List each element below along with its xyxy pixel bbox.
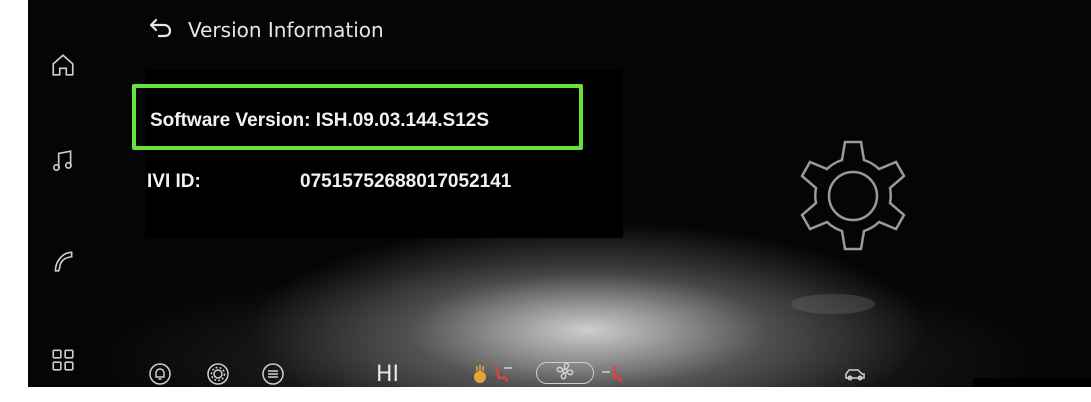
fan-icon	[553, 359, 577, 388]
back-button[interactable]	[146, 15, 176, 45]
software-version-highlight: Software Version: ISH.09.03.144.S12S	[132, 84, 583, 150]
back-arrow-icon	[149, 18, 173, 43]
heated-steering-icon[interactable]	[468, 362, 492, 386]
climate-bar: HI	[28, 360, 1091, 387]
phone-icon[interactable]	[50, 248, 76, 274]
page-title: Version Information	[188, 18, 384, 42]
seat-right-icon[interactable]	[600, 362, 624, 386]
infotainment-screen: Version Information HI	[28, 0, 1091, 387]
header: Version Information	[146, 12, 384, 48]
settings-icon[interactable]	[206, 362, 230, 386]
fan-level[interactable]: HI	[376, 362, 399, 387]
ivi-id-label: IVI ID:	[147, 171, 201, 192]
home-icon[interactable]	[50, 52, 76, 78]
gear-icon	[783, 130, 923, 270]
car-silhouette	[788, 286, 878, 316]
bell-icon[interactable]	[148, 362, 172, 386]
music-note-icon[interactable]	[50, 148, 76, 174]
car-icon[interactable]	[843, 362, 867, 386]
ivi-id-value: 07515752688017052141	[300, 171, 512, 192]
sliders-icon[interactable]	[261, 362, 285, 386]
sidebar	[28, 0, 118, 387]
seat-left-icon[interactable]	[490, 362, 514, 386]
status-strip	[973, 378, 1091, 387]
software-version-text: Software Version: ISH.09.03.144.S12S	[150, 110, 490, 131]
fan-button[interactable]	[536, 361, 594, 384]
